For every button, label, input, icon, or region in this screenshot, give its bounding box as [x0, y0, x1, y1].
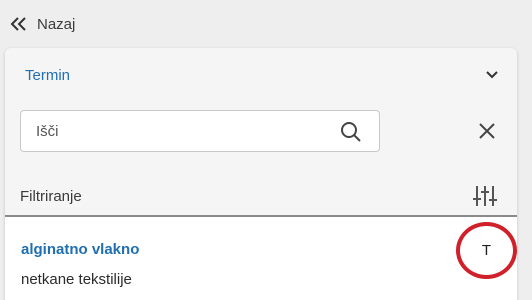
result-list: alginatno vlakno netkane tekstilije: [5, 217, 517, 300]
term-section-toggle[interactable]: Termin: [5, 60, 517, 90]
chevron-down-icon: [486, 71, 498, 79]
close-icon[interactable]: [477, 121, 497, 141]
search-box: [20, 110, 380, 152]
search-input[interactable]: [36, 116, 326, 146]
filter-sliders-icon[interactable]: [473, 185, 497, 207]
panel-title: Termin: [25, 66, 71, 84]
term-type-badge-label: T: [481, 242, 492, 259]
result-description: netkane tekstilije: [21, 271, 132, 288]
term-type-badge: T: [456, 222, 517, 279]
filter-row: Filtriranje: [5, 180, 517, 212]
double-chevron-left-icon: [10, 17, 26, 31]
result-term-link[interactable]: alginatno vlakno: [21, 241, 139, 258]
search-icon[interactable]: [340, 121, 362, 143]
filter-label: Filtriranje: [20, 187, 82, 205]
back-link[interactable]: Nazaj: [10, 12, 75, 36]
back-label: Nazaj: [37, 15, 76, 33]
term-panel: Termin Filtriranje alginatno vlakno netk…: [5, 48, 517, 300]
